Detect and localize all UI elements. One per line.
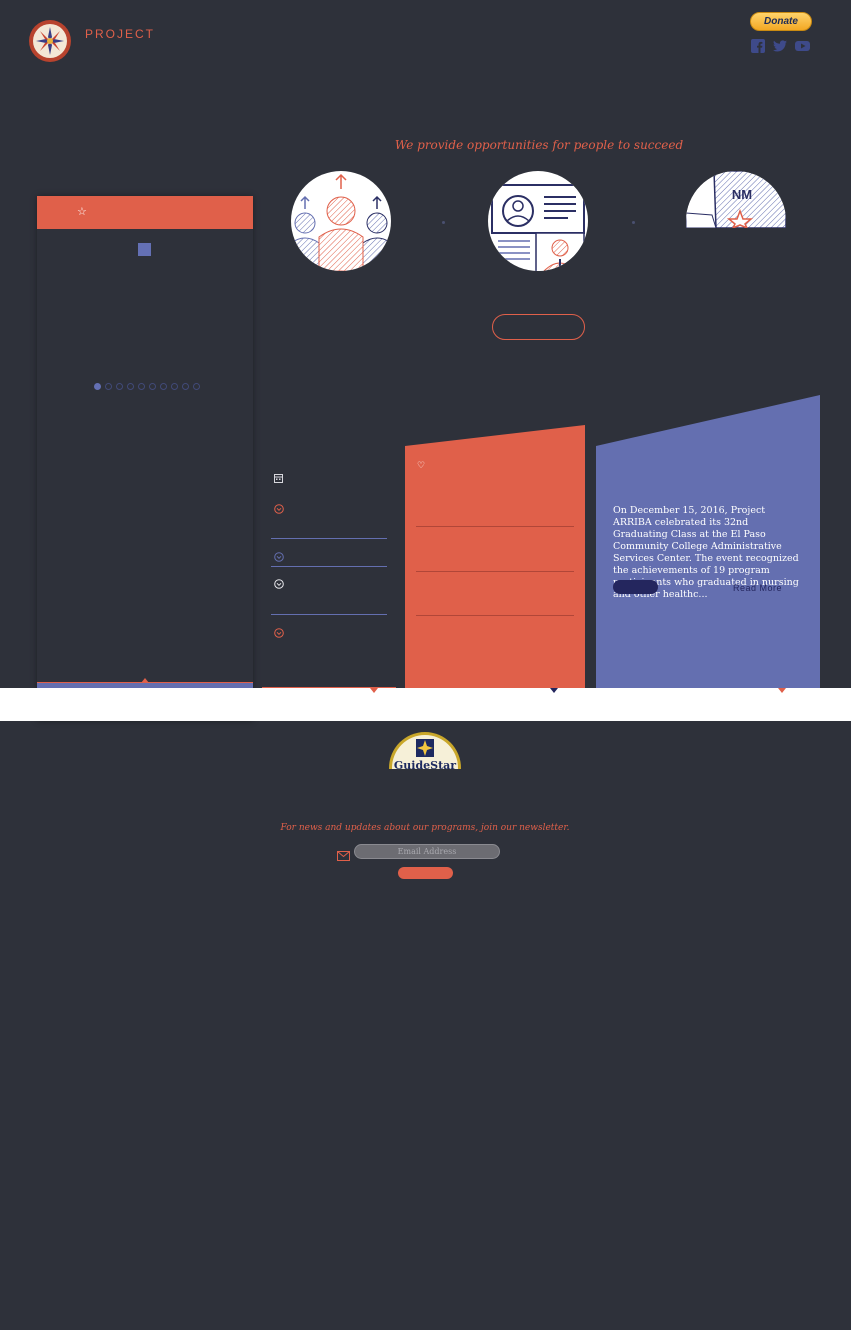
news-button[interactable] — [613, 580, 658, 594]
events-divider — [416, 526, 574, 527]
star-icon: ☆ — [77, 205, 87, 218]
learn-more-button[interactable] — [492, 314, 585, 340]
people-growth-icon — [291, 171, 391, 271]
tagline: We provide opportunities for people to s… — [394, 138, 684, 152]
pointer-arrow — [778, 688, 786, 693]
carousel-dot[interactable] — [127, 383, 134, 390]
stories-header: ☆ — [37, 196, 253, 229]
story-image-placeholder — [138, 243, 151, 256]
stories-panel: ☆ — [37, 196, 253, 721]
newsletter-text: For news and updates about our programs,… — [280, 823, 570, 833]
events-panel: ♡ — [405, 425, 585, 688]
brand-name: PROJECT — [85, 27, 156, 41]
chevron-down-circle-icon[interactable] — [274, 623, 284, 642]
chevron-down-circle-icon[interactable] — [274, 574, 284, 593]
mail-icon — [337, 846, 350, 861]
carousel-dot[interactable] — [94, 383, 101, 390]
chevron-down-circle-icon[interactable] — [274, 547, 284, 566]
list-divider — [271, 566, 387, 567]
pointer-arrow — [550, 688, 558, 693]
id-card-icon — [488, 171, 588, 271]
facebook-icon[interactable] — [751, 38, 765, 53]
read-more-link[interactable]: Read More — [733, 583, 782, 593]
news-panel: ✎ On December 15, 2016, Project ARRIBA c… — [596, 395, 820, 688]
events-divider — [416, 571, 574, 572]
events-divider — [416, 615, 574, 616]
youtube-icon[interactable] — [795, 38, 810, 52]
carousel-dot[interactable] — [182, 383, 189, 390]
twitter-icon[interactable] — [773, 38, 787, 52]
map-label: NM — [732, 187, 752, 202]
chevron-down-circle-icon[interactable] — [274, 499, 284, 518]
calendar-icon — [274, 474, 283, 486]
guidestar-seal[interactable]: GuideStar — [388, 731, 462, 769]
list-divider — [271, 538, 387, 539]
guidestar-label: GuideStar — [394, 759, 456, 769]
carousel-dots — [94, 383, 200, 390]
email-field[interactable] — [354, 844, 500, 859]
bottom-strip — [0, 688, 851, 721]
carousel-dot[interactable] — [138, 383, 145, 390]
separator-dot — [442, 221, 445, 224]
carousel-dot[interactable] — [116, 383, 123, 390]
list-divider — [271, 614, 387, 615]
carousel-dot[interactable] — [193, 383, 200, 390]
carousel-dot[interactable] — [105, 383, 112, 390]
heart-icon: ♡ — [417, 461, 426, 471]
carousel-dot[interactable] — [149, 383, 156, 390]
carousel-dot[interactable] — [160, 383, 167, 390]
pointer-arrow — [370, 688, 378, 693]
carousel-dot[interactable] — [171, 383, 178, 390]
separator-dot — [632, 221, 635, 224]
project-arriba-logo[interactable] — [26, 19, 74, 63]
subscribe-button[interactable] — [398, 867, 453, 879]
pointer-arrow — [141, 678, 149, 683]
pencil-icon: ✎ — [608, 434, 616, 444]
donate-button[interactable]: Donate — [750, 12, 812, 31]
new-mexico-map-icon: NM — [686, 171, 786, 228]
